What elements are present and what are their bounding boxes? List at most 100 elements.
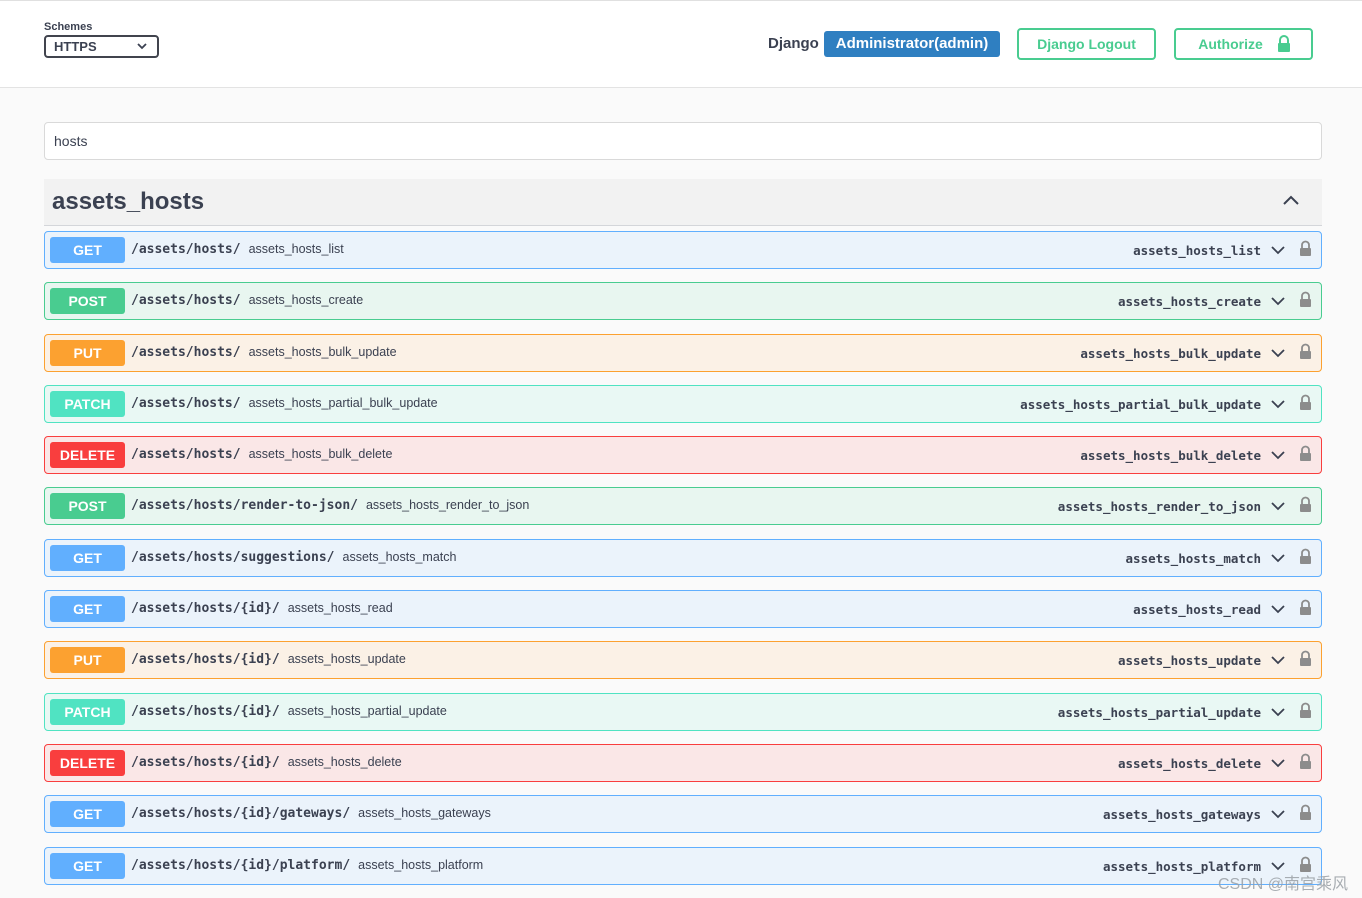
chevron-down-icon[interactable] (1270, 244, 1286, 256)
operation-summary: assets_hosts_create (248, 293, 364, 308)
operation-summary: assets_hosts_render_to_json (365, 498, 530, 513)
chevron-down-icon[interactable] (1270, 449, 1286, 461)
operation-summary: assets_hosts_bulk_update (248, 344, 397, 359)
operation-id: assets_hosts_bulk_update (1080, 345, 1261, 361)
operation-summary: assets_hosts_partial_bulk_update (248, 395, 438, 410)
operation-id: assets_hosts_gateways (1102, 807, 1261, 823)
operation-row[interactable]: DELETE/assets/hosts/{id}/ assets_hosts_de… (44, 743, 1322, 782)
operation-row[interactable]: PATCH/assets/hosts/assets_hosts_partial_… (44, 384, 1322, 423)
chevron-down-icon[interactable] (1270, 706, 1286, 718)
operation-summary: assets_hosts_bulk_delete (248, 447, 393, 462)
operation-row[interactable]: DELETE/assets/hosts/assets_hosts_bulk_de… (44, 436, 1322, 475)
path-text: /assets/hosts/ (131, 242, 241, 257)
operation-path: /assets/hosts/{id}/gateways/assets_hosts… (131, 806, 491, 821)
django-logout-button[interactable]: Django Logout (1017, 28, 1156, 60)
operation-row[interactable]: GET/assets/hosts/{id}/platform/assets_ho… (44, 846, 1322, 885)
operation-path: /assets/hosts/{id}/ assets_hosts_delete (131, 755, 402, 770)
operation-path: /assets/hosts/{id}/ assets_hosts_update (131, 652, 406, 667)
lock-icon[interactable] (1299, 753, 1312, 770)
chevron-down-icon[interactable] (1270, 808, 1286, 820)
path-text: /assets/hosts/{id}/platform/ (131, 857, 351, 873)
operation-summary: assets_hosts_read (287, 601, 393, 616)
lock-icon[interactable] (1299, 445, 1312, 462)
schemes-label: Schemes (44, 21, 93, 33)
method-badge: GET (50, 596, 125, 623)
path-text: /assets/hosts/{id}/ (131, 652, 280, 668)
schemes-select[interactable]: HTTPS (44, 35, 159, 58)
operation-summary: assets_hosts_update (287, 652, 406, 667)
chevron-down-icon[interactable] (1270, 295, 1286, 307)
operation-path: /assets/hosts/{id}/platform/assets_hosts… (131, 858, 483, 873)
method-badge: DELETE (50, 749, 125, 776)
method-badge: PUT (50, 339, 125, 366)
operation-path: /assets/hosts/assets_hosts_bulk_update (131, 345, 397, 360)
lock-icon[interactable] (1299, 291, 1312, 308)
operation-row[interactable]: POST/assets/hosts/render-to-json/assets_… (44, 487, 1322, 526)
lock-icon[interactable] (1299, 394, 1312, 411)
path-text: /assets/hosts/suggestions/ (131, 549, 335, 565)
method-badge: PATCH (50, 698, 125, 725)
operation-path: /assets/hosts/{id}/ assets_hosts_partial_… (131, 704, 447, 719)
operation-summary: assets_hosts_match (342, 549, 457, 564)
operation-row[interactable]: GET/assets/hosts/{id}/gateways/assets_ho… (44, 795, 1322, 834)
chevron-down-icon[interactable] (1270, 603, 1286, 615)
operation-summary: assets_hosts_platform (358, 857, 484, 872)
lock-icon[interactable] (1299, 496, 1312, 513)
lock-icon[interactable] (1299, 650, 1312, 667)
operation-row[interactable]: GET/assets/hosts/suggestions/assets_host… (44, 538, 1322, 577)
path-text: /assets/hosts/render-to-json/ (131, 498, 358, 514)
path-text: /assets/hosts/{id}/ (131, 754, 280, 770)
operation-row[interactable]: PUT/assets/hosts/assets_hosts_bulk_updat… (44, 333, 1322, 372)
operation-id: assets_hosts_bulk_delete (1080, 448, 1261, 464)
method-badge: PATCH (50, 390, 125, 417)
path-text: /assets/hosts/ (131, 344, 241, 360)
filter-input[interactable]: hosts (44, 122, 1322, 160)
operation-path: /assets/hosts/{id}/ assets_hosts_read (131, 601, 393, 616)
topbar: Schemes HTTPS Django Administrator(admin… (0, 0, 1362, 88)
operation-row[interactable]: PUT/assets/hosts/{id}/ assets_hosts_updat… (44, 641, 1322, 680)
operation-summary: assets_hosts_partial_update (287, 703, 447, 718)
schemes-value: HTTPS (54, 39, 97, 54)
lock-icon[interactable] (1299, 240, 1312, 257)
chevron-down-icon[interactable] (1270, 347, 1286, 359)
chevron-down-icon[interactable] (1270, 398, 1286, 410)
operations-list: GET/assets/hosts/assets_hosts_list assets… (44, 231, 1322, 898)
path-text: /assets/hosts/{id}/ (131, 601, 280, 617)
method-badge: POST (50, 493, 125, 520)
lock-icon[interactable] (1299, 343, 1312, 360)
operation-row[interactable]: GET/assets/hosts/assets_hosts_list assets… (44, 231, 1322, 269)
django-label: Django (768, 35, 819, 52)
admin-badge: Administrator(admin) (824, 31, 1000, 57)
chevron-down-icon (137, 37, 147, 63)
chevron-down-icon[interactable] (1270, 654, 1286, 666)
lock-icon[interactable] (1299, 548, 1312, 565)
operation-path: /assets/hosts/render-to-json/assets_host… (131, 498, 529, 513)
operation-row[interactable]: GET/assets/hosts/{id}/ assets_hosts_read a… (44, 590, 1322, 629)
authorize-label: Authorize (1198, 36, 1263, 52)
operation-id: assets_hosts_read (1133, 602, 1261, 618)
tag-title: assets_hosts (52, 188, 205, 215)
lock-icon[interactable] (1299, 804, 1312, 821)
operation-id: assets_hosts_match (1125, 550, 1261, 566)
method-badge: PUT (50, 647, 125, 674)
authorize-button[interactable]: Authorize (1174, 28, 1313, 60)
operation-path: /assets/hosts/suggestions/assets_hosts_m… (131, 550, 456, 565)
operation-id: assets_hosts_delete (1118, 755, 1261, 771)
chevron-down-icon[interactable] (1270, 552, 1286, 564)
method-badge: GET (50, 801, 125, 828)
chevron-up-icon[interactable] (1282, 193, 1300, 207)
method-badge: DELETE (50, 442, 125, 469)
lock-icon (1278, 35, 1290, 52)
chevron-down-icon[interactable] (1270, 757, 1286, 769)
path-text: /assets/hosts/ (131, 293, 241, 309)
operation-id: assets_hosts_render_to_json (1057, 499, 1261, 515)
operation-summary: assets_hosts_gateways (358, 806, 491, 821)
operation-row[interactable]: POST/assets/hosts/assets_hosts_create ass… (44, 282, 1322, 321)
operation-path: /assets/hosts/assets_hosts_partial_bulk_… (131, 396, 438, 411)
operation-row[interactable]: PATCH/assets/hosts/{id}/ assets_hosts_par… (44, 692, 1322, 731)
lock-icon[interactable] (1299, 702, 1312, 719)
tag-section-header[interactable]: assets_hosts (44, 179, 1322, 226)
chevron-down-icon[interactable] (1270, 500, 1286, 512)
path-text: /assets/hosts/ (131, 447, 241, 463)
lock-icon[interactable] (1299, 599, 1312, 616)
